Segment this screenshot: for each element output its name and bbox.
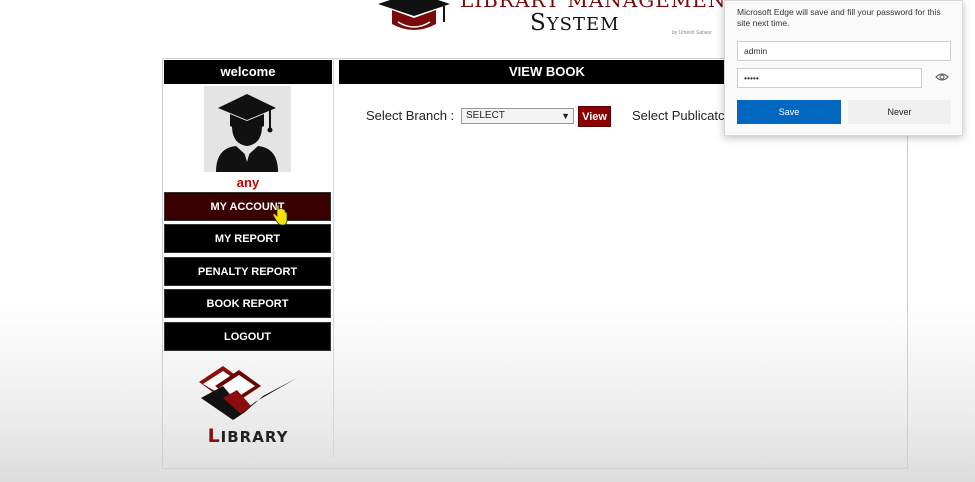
branch-select[interactable]: SELECT ▼ — [461, 108, 574, 124]
site-title-line2: SYSTEM — [530, 10, 620, 36]
graduation-cap-logo-icon — [378, 0, 450, 30]
hand-pointer-cursor-icon — [272, 204, 288, 226]
chevron-down-icon: ▼ — [561, 111, 570, 121]
username-label: any — [236, 175, 260, 190]
branch-select-value: SELECT — [466, 110, 505, 121]
logout-button[interactable]: LOGOUT — [164, 322, 331, 351]
my-report-button[interactable]: MY REPORT — [164, 224, 331, 253]
my-account-button[interactable]: MY ACCOUNT — [164, 192, 331, 221]
save-password-popup: Microsoft Edge will save and fill your p… — [724, 0, 963, 136]
penalty-report-button[interactable]: PENALTY REPORT — [164, 257, 331, 286]
book-report-button[interactable]: BOOK REPORT — [164, 289, 331, 318]
site-title-rest: YSTEM — [546, 14, 620, 35]
password-field[interactable]: ••••• — [737, 68, 922, 88]
library-logo-text: LIBRARY — [164, 425, 332, 447]
graduate-avatar-icon — [216, 94, 278, 172]
view-button[interactable]: View — [578, 106, 611, 127]
library-logo-rest: IBRARY — [220, 428, 289, 446]
sidebar-divider — [333, 58, 334, 458]
library-logo-initial: L — [207, 425, 221, 447]
branch-label: Select Branch : — [366, 108, 455, 123]
page-title: VIEW BOOK — [339, 60, 729, 84]
welcome-heading: welcome — [164, 60, 332, 84]
library-books-logo-icon — [199, 366, 297, 420]
never-save-button[interactable]: Never — [848, 100, 951, 124]
username-field[interactable]: admin — [737, 41, 951, 61]
save-password-message: Microsoft Edge will save and fill your p… — [737, 7, 941, 28]
site-title-initial: S — [530, 10, 547, 36]
site-credit: by Umesh Sahani — [672, 30, 712, 36]
publication-label: Select Publicatc — [632, 108, 725, 123]
save-password-button[interactable]: Save — [737, 100, 841, 124]
avatar — [204, 86, 291, 172]
eye-icon[interactable] — [935, 72, 949, 82]
